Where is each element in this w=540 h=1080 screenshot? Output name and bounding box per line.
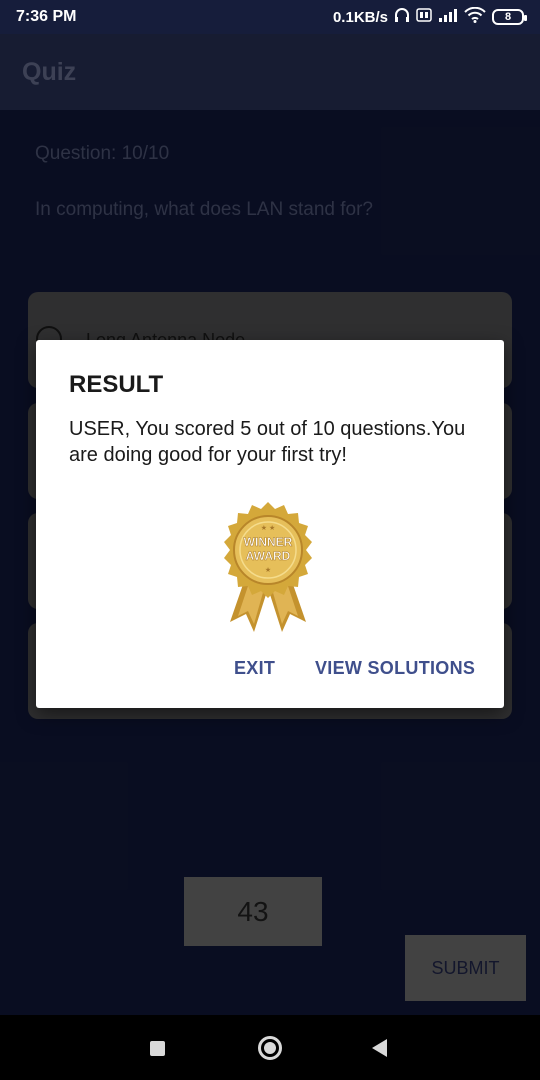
network-speed: 0.1KB/s xyxy=(332,8,388,26)
status-time: 7:36 PM xyxy=(16,8,77,25)
award-line-1: WINNER xyxy=(244,535,293,549)
status-bar: 7:36 PM 0.1KB/s 8 xyxy=(0,0,540,34)
exit-button[interactable]: EXIT xyxy=(234,658,275,679)
status-icons: 0.1KB/s 8 xyxy=(332,6,527,27)
svg-text:★: ★ xyxy=(265,566,271,574)
dialog-title: RESULT xyxy=(69,371,164,398)
home-icon[interactable] xyxy=(258,1036,282,1060)
signal-icon xyxy=(438,7,458,27)
winner-award-badge: ★ ★ WINNER AWARD ★ xyxy=(224,502,312,632)
award-line-2: AWARD xyxy=(246,549,291,563)
headset-icon xyxy=(394,7,410,27)
back-icon[interactable] xyxy=(372,1039,387,1057)
dialog-message: USER, You scored 5 out of 10 questions.Y… xyxy=(69,418,466,466)
volte-icon xyxy=(416,7,432,27)
battery-icon: 8 xyxy=(492,9,527,25)
navigation-bar xyxy=(0,1015,540,1080)
result-dialog: RESULT USER, You scored 5 out of 10 ques… xyxy=(36,340,504,708)
svg-text:★ ★: ★ ★ xyxy=(261,524,276,532)
view-solutions-button[interactable]: VIEW SOLUTIONS xyxy=(315,658,475,679)
wifi-icon xyxy=(464,6,486,27)
recents-icon[interactable] xyxy=(150,1041,165,1056)
